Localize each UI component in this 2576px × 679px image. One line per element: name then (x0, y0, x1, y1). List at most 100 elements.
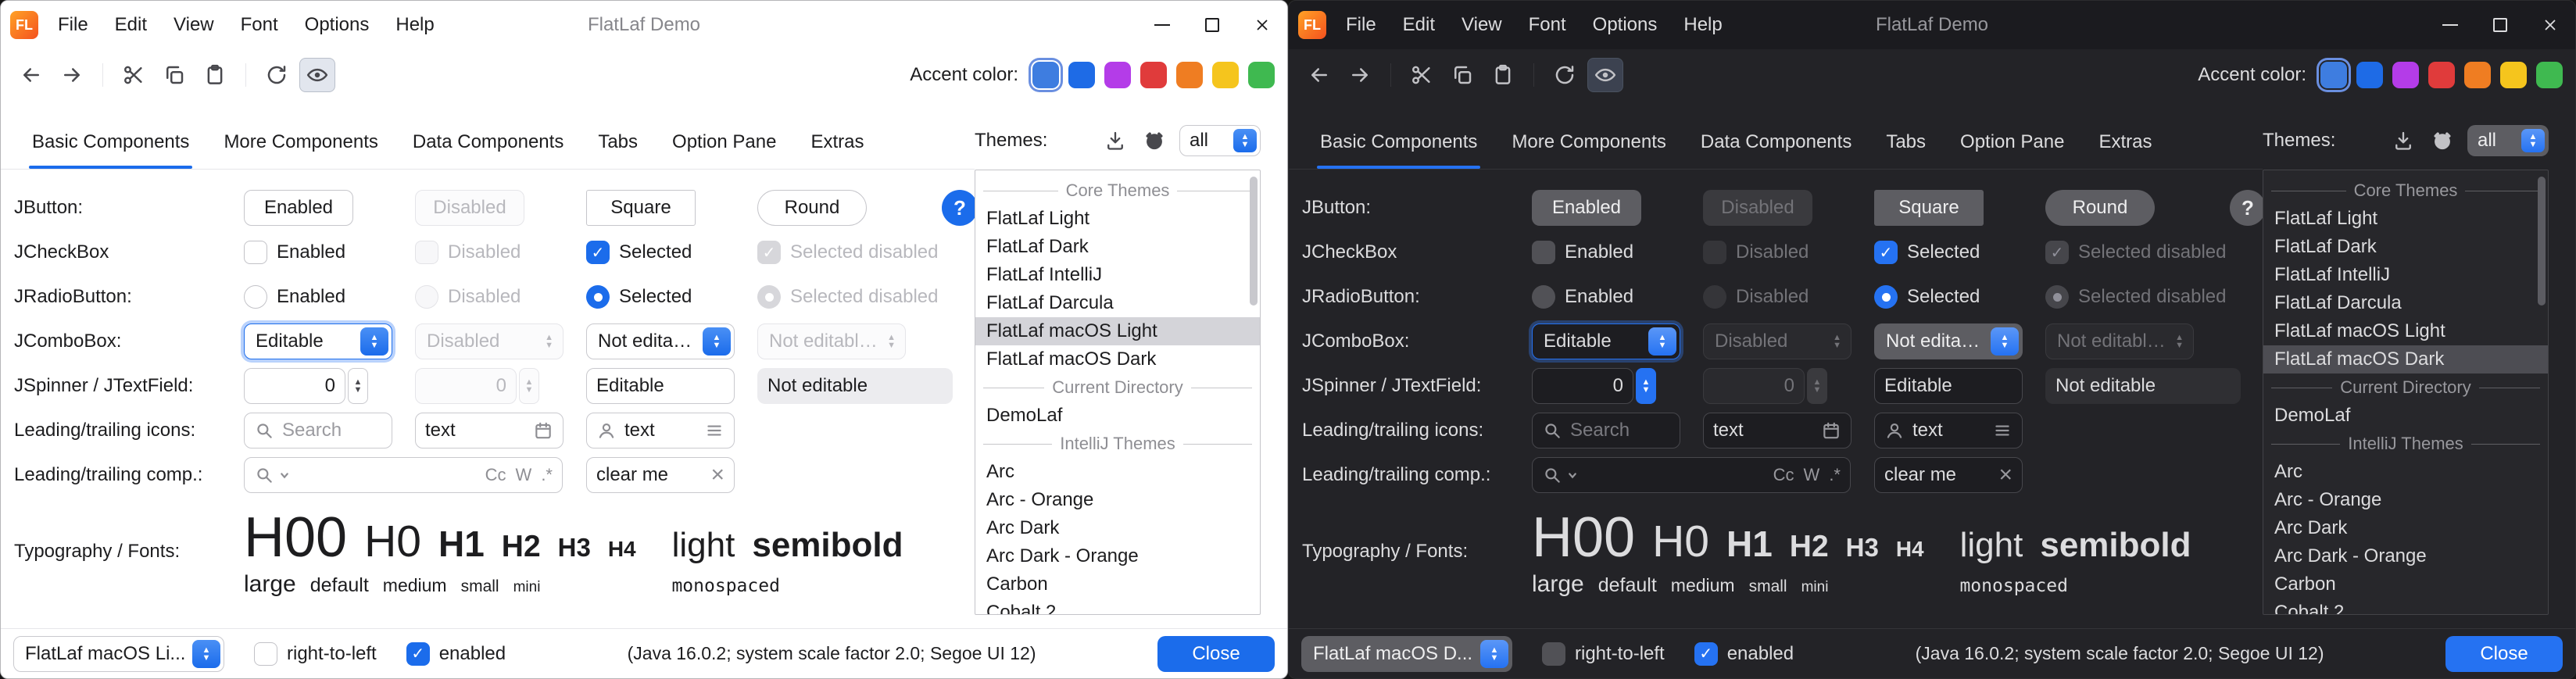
refresh-button[interactable] (259, 58, 295, 92)
date-input[interactable] (1713, 420, 1813, 441)
accent-color-swatch[interactable] (1032, 62, 1059, 88)
menu-view[interactable]: View (160, 1, 227, 49)
checkbox-selected[interactable]: Selected (1874, 241, 1980, 264)
radio-selected[interactable]: Selected (586, 285, 692, 309)
theme-item[interactable]: FlatLaf macOS Light (975, 317, 1260, 345)
spinner[interactable]: ▲▼ (244, 368, 368, 404)
titlebar[interactable]: FL FileEditViewFontOptionsHelp FlatLaf D… (1289, 1, 2575, 49)
accent-color-swatch[interactable] (1248, 62, 1275, 88)
calendar-icon[interactable] (1821, 420, 1841, 441)
theme-item[interactable]: Arc Dark (975, 514, 1260, 542)
search-icon[interactable] (1542, 465, 1562, 485)
clearable-field[interactable]: × (586, 457, 735, 493)
clear-icon[interactable]: × (1998, 463, 2012, 487)
checkbox-enabled[interactable]: Enabled (1532, 241, 1633, 264)
refresh-button[interactable] (1547, 58, 1583, 92)
menu-file[interactable]: File (1333, 1, 1390, 49)
close-window-button[interactable] (2525, 1, 2575, 49)
theme-item[interactable]: Cobalt 2 (975, 599, 1260, 615)
spinner-stepper[interactable]: ▲▼ (1636, 368, 1656, 404)
square-button[interactable]: Square (586, 190, 696, 226)
maximize-button[interactable] (2475, 1, 2525, 49)
theme-item[interactable]: Arc (2263, 458, 2548, 486)
combobox-arrow-button[interactable]: ▲▼ (1648, 327, 1676, 356)
textfield-input[interactable] (596, 375, 724, 397)
search-with-options-field[interactable]: Cc W .* (1532, 457, 1851, 493)
download-themes-button[interactable] (2389, 127, 2417, 155)
clear-icon[interactable]: × (710, 463, 724, 487)
theme-item[interactable]: FlatLaf IntelliJ (2263, 261, 2548, 289)
spinner-input[interactable] (1542, 375, 1623, 397)
user-field[interactable] (586, 413, 735, 448)
paste-button[interactable] (1485, 58, 1521, 92)
theme-item[interactable]: FlatLaf Darcula (975, 289, 1260, 317)
tab-more-components[interactable]: More Components (1494, 131, 1683, 169)
theme-item[interactable]: FlatLaf macOS Light (2263, 317, 2548, 345)
theme-item[interactable]: Arc Dark - Orange (2263, 542, 2548, 570)
textfield-editable[interactable] (1874, 368, 2023, 404)
combobox-editable[interactable]: ▲▼ (244, 323, 392, 359)
theme-item[interactable]: FlatLaf macOS Dark (2263, 345, 2548, 373)
tab-option-pane[interactable]: Option Pane (1943, 131, 2081, 169)
maximize-button[interactable] (1187, 1, 1237, 49)
spinner[interactable]: ▲▼ (1532, 368, 1656, 404)
combobox-editable[interactable]: ▲▼ (1532, 323, 1680, 359)
close-button[interactable]: Close (1157, 636, 1275, 672)
round-button[interactable]: Round (2045, 190, 2155, 226)
themes-scrollbar-thumb[interactable] (2538, 177, 2546, 306)
tab-tabs[interactable]: Tabs (1869, 131, 1943, 169)
combobox-not-editable[interactable]: Not editable ▲▼ (586, 323, 735, 359)
menu-list-icon[interactable] (704, 420, 724, 441)
spinner-input[interactable] (254, 375, 335, 397)
theme-item[interactable]: Cobalt 2 (2263, 599, 2548, 615)
accent-color-swatch[interactable] (2320, 62, 2347, 88)
menu-font[interactable]: Font (227, 1, 292, 49)
radio-enabled[interactable]: Enabled (1532, 285, 1633, 309)
theme-item[interactable]: Carbon (975, 570, 1260, 599)
right-to-left-checkbox[interactable]: right-to-left (1542, 642, 1665, 666)
match-case-button[interactable]: Cc (485, 465, 506, 485)
theme-item[interactable]: FlatLaf Dark (2263, 233, 2548, 261)
enabled-checkbox[interactable]: enabled (406, 642, 506, 666)
theme-item[interactable]: DemoLaf (2263, 402, 2548, 430)
help-button[interactable]: ? (942, 190, 978, 226)
theme-item[interactable]: FlatLaf Dark (975, 233, 1260, 261)
menu-options[interactable]: Options (292, 1, 383, 49)
accent-color-swatch[interactable] (2500, 62, 2527, 88)
search-with-options-field[interactable]: Cc W .* (244, 457, 563, 493)
combobox-input[interactable] (1533, 331, 1648, 352)
tab-extras[interactable]: Extras (793, 131, 881, 169)
paste-button[interactable] (197, 58, 233, 92)
menu-options[interactable]: Options (1580, 1, 1671, 49)
user-input[interactable] (1912, 420, 1984, 441)
github-button[interactable] (2428, 127, 2456, 155)
combobox-arrow-button[interactable]: ▲▼ (1480, 640, 1508, 668)
theme-item[interactable]: DemoLaf (975, 402, 1260, 430)
minimize-button[interactable] (2425, 1, 2475, 49)
cut-button[interactable] (1404, 58, 1440, 92)
tab-data-components[interactable]: Data Components (1683, 131, 1869, 169)
accent-color-swatch[interactable] (1176, 62, 1203, 88)
themes-filter-combobox[interactable]: all ▲▼ (2467, 125, 2549, 156)
copy-button[interactable] (1444, 58, 1480, 92)
eye-toggle-button[interactable] (299, 58, 335, 92)
checkbox-enabled[interactable]: Enabled (244, 241, 345, 264)
tab-basic-components[interactable]: Basic Components (1303, 131, 1494, 169)
menu-font[interactable]: Font (1515, 1, 1580, 49)
accent-color-swatch[interactable] (2464, 62, 2491, 88)
menu-file[interactable]: File (45, 1, 102, 49)
search-input[interactable] (1570, 420, 1670, 441)
enabled-checkbox[interactable]: enabled (1694, 642, 1794, 666)
accent-color-swatch[interactable] (1140, 62, 1167, 88)
theme-item[interactable]: FlatLaf Light (2263, 205, 2548, 233)
tab-option-pane[interactable]: Option Pane (655, 131, 793, 169)
date-input[interactable] (425, 420, 525, 441)
copy-button[interactable] (156, 58, 192, 92)
theme-item[interactable]: FlatLaf Darcula (2263, 289, 2548, 317)
regex-button[interactable]: .* (541, 465, 553, 485)
square-button[interactable]: Square (1874, 190, 1984, 226)
titlebar[interactable]: FL FileEditViewFontOptionsHelp FlatLaf D… (1, 1, 1287, 49)
combobox-arrow-button[interactable]: ▲▼ (192, 640, 220, 668)
chevron-down-icon[interactable] (1567, 470, 1578, 481)
close-window-button[interactable] (1237, 1, 1287, 49)
